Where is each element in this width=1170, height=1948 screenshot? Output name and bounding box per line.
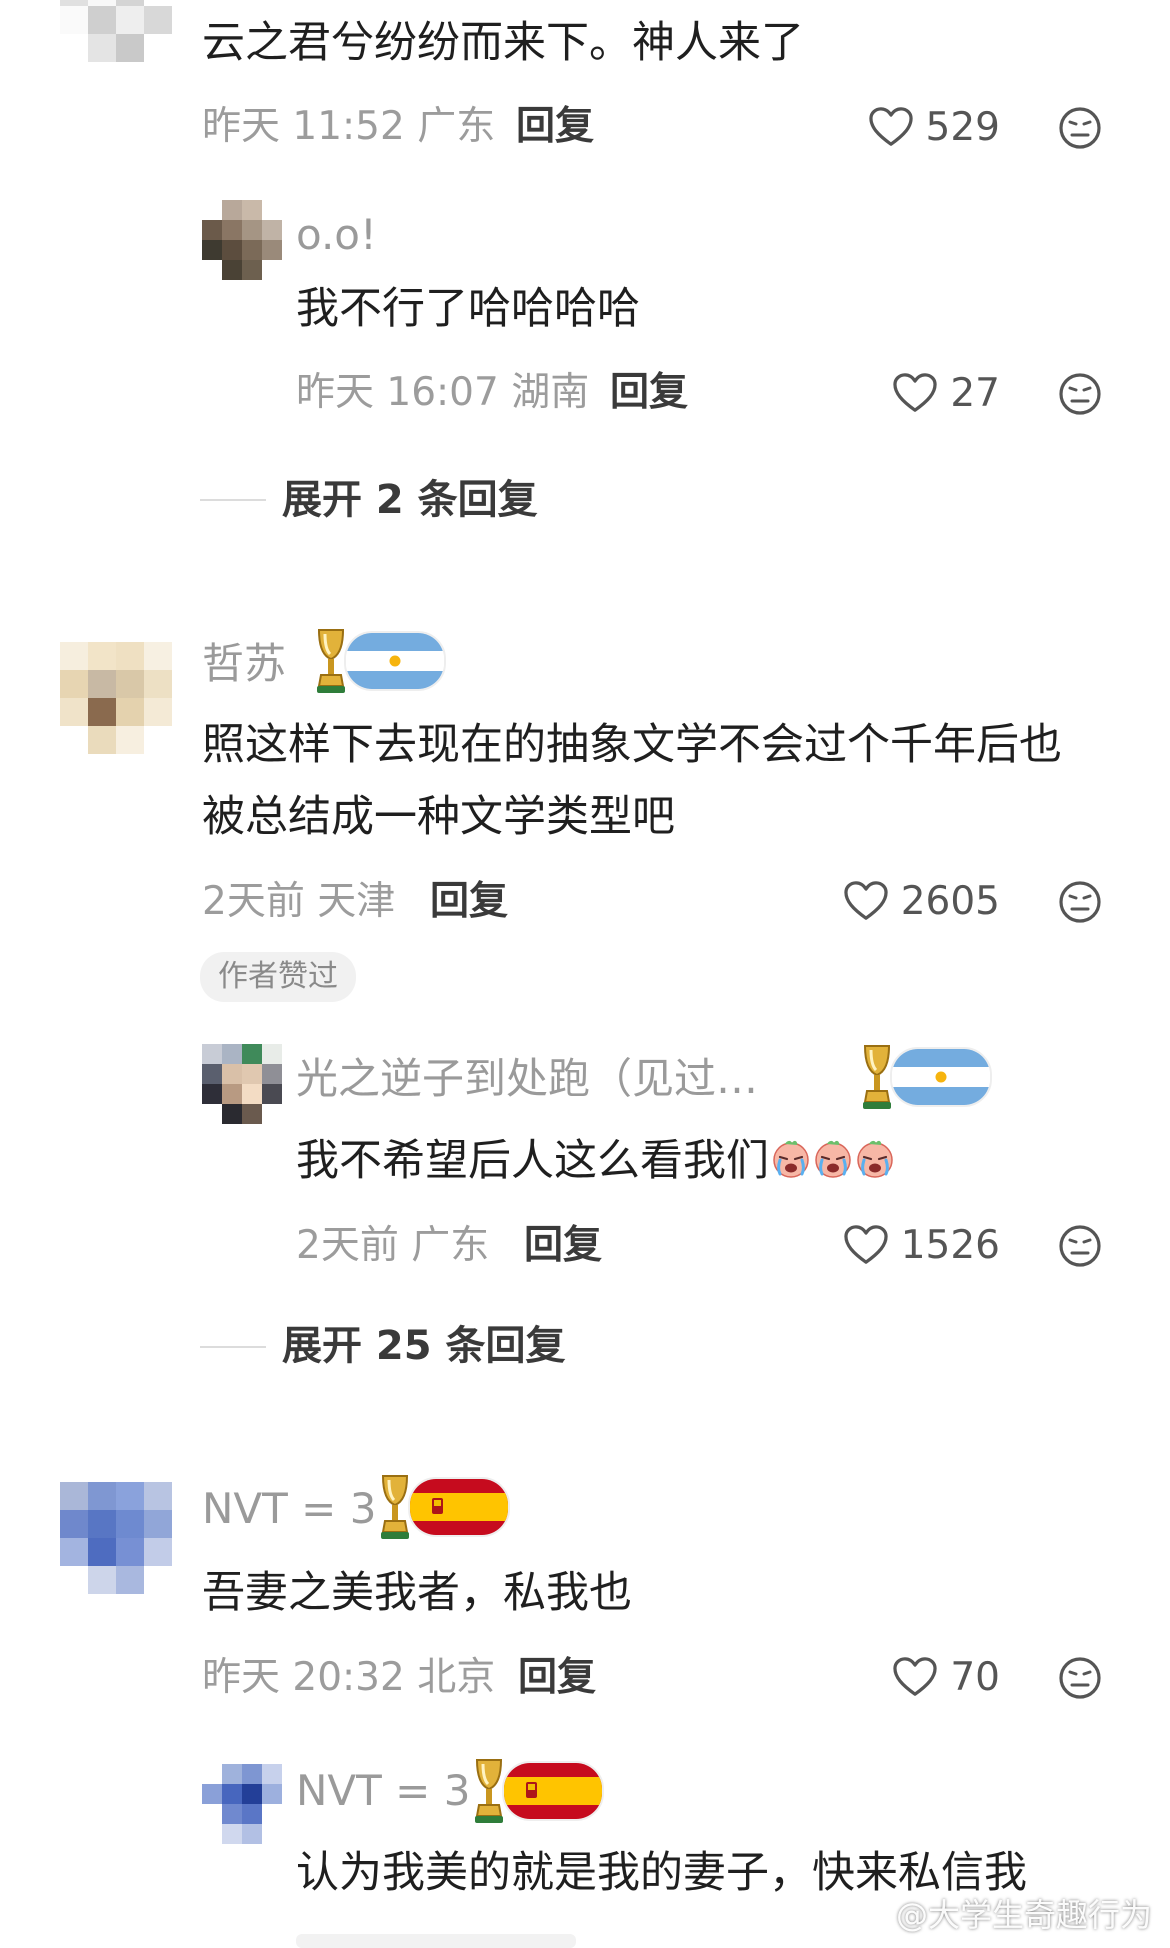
like-button[interactable]: 2605 xyxy=(820,876,1000,926)
heart-icon xyxy=(868,106,914,148)
reply-username[interactable]: NVT = 3 xyxy=(296,1770,470,1812)
crying-face-emoji-icon xyxy=(813,1139,853,1179)
expand-replies-button[interactable]: 展开 25 条回复 xyxy=(282,1326,566,1366)
dislike-face-icon[interactable] xyxy=(1058,880,1102,924)
comment-meta: 2天前 天津 xyxy=(202,882,395,921)
trophy-icon xyxy=(472,1756,506,1826)
reply-time: 昨天 16:07 xyxy=(296,370,499,415)
crying-face-emoji-icon xyxy=(855,1139,895,1179)
reply-button[interactable]: 回复 xyxy=(524,1226,602,1265)
reply-button[interactable]: 回复 xyxy=(516,107,594,146)
like-count: 27 xyxy=(950,370,1000,416)
watermark: @大学生奇趣行为 xyxy=(850,1890,1152,1936)
reply-text-content: 我不希望后人这么看我们 xyxy=(296,1136,769,1186)
like-count: 529 xyxy=(925,104,1000,150)
like-count: 70 xyxy=(950,1654,1000,1700)
comment-username[interactable]: 哲苏 xyxy=(202,643,286,685)
comment-location: 广东 xyxy=(417,104,496,149)
badge xyxy=(378,1472,510,1542)
like-button[interactable]: 1526 xyxy=(820,1220,1000,1270)
comment-meta: 昨天 20:32 北京 xyxy=(202,1658,495,1697)
reply-username[interactable]: 光之逆子到处跑（见过… xyxy=(296,1058,758,1100)
avatar[interactable] xyxy=(202,1764,282,1844)
divider xyxy=(200,1346,266,1348)
avatar[interactable] xyxy=(60,642,172,754)
author-liked-tag: 作者赞过 xyxy=(200,952,356,1002)
avatar[interactable] xyxy=(60,1482,172,1594)
like-count: 1526 xyxy=(900,1222,1000,1268)
trophy-icon xyxy=(860,1042,894,1112)
comment-text: 云之君兮纷纷而来下。神人来了 xyxy=(202,18,804,68)
reply-username[interactable]: o.o! xyxy=(296,214,377,256)
reply-button[interactable]: 回复 xyxy=(610,373,688,412)
spain-flag-icon xyxy=(408,1477,510,1537)
watermark-text: @大学生奇趣行为 xyxy=(895,1896,1152,1934)
argentina-flag-icon xyxy=(344,631,446,691)
like-button[interactable]: 27 xyxy=(850,368,1000,418)
like-count: 2605 xyxy=(900,878,1000,924)
comment-location: 天津 xyxy=(317,879,396,924)
dislike-face-icon[interactable] xyxy=(1058,1656,1102,1700)
comment-text-line: 被总结成一种文学类型吧 xyxy=(202,792,675,842)
avatar[interactable] xyxy=(202,1044,282,1124)
comment-location: 北京 xyxy=(417,1655,496,1700)
dislike-face-icon[interactable] xyxy=(1058,372,1102,416)
avatar[interactable] xyxy=(202,200,282,280)
like-button[interactable]: 70 xyxy=(850,1652,1000,1702)
heart-icon xyxy=(843,880,889,922)
reply-location: 湖南 xyxy=(511,370,590,415)
comment-username[interactable]: NVT = 3 xyxy=(202,1488,376,1530)
comment-text: 吾妻之美我者，私我也 xyxy=(202,1568,632,1618)
crying-face-emoji-icon xyxy=(771,1139,811,1179)
dislike-face-icon[interactable] xyxy=(1058,1224,1102,1268)
like-button[interactable]: 529 xyxy=(850,102,1000,152)
dislike-face-icon[interactable] xyxy=(1058,106,1102,150)
reply-text: 我不希望后人这么看我们 xyxy=(296,1126,895,1196)
trophy-icon xyxy=(314,626,348,696)
comment-time: 2天前 xyxy=(202,879,305,924)
badge xyxy=(860,1042,992,1112)
heart-icon xyxy=(843,1224,889,1266)
reply-button[interactable]: 回复 xyxy=(430,882,508,921)
comment-meta: 昨天 11:52 广东 xyxy=(202,107,495,146)
reply-meta: 2天前 广东 xyxy=(296,1226,489,1265)
comment-time: 昨天 11:52 xyxy=(202,104,405,149)
avatar[interactable] xyxy=(60,0,172,62)
badge xyxy=(314,626,446,696)
reply-location: 广东 xyxy=(411,1223,490,1268)
heart-icon xyxy=(892,372,938,414)
badge xyxy=(472,1756,604,1826)
comment-time: 昨天 20:32 xyxy=(202,1655,405,1700)
reply-time: 2天前 xyxy=(296,1223,399,1268)
comment-text-line: 照这样下去现在的抽象文学不会过个千年后也 xyxy=(202,720,1062,770)
next-reply-meta-placeholder xyxy=(296,1934,576,1948)
divider xyxy=(200,499,266,501)
expand-replies-button[interactable]: 展开 2 条回复 xyxy=(282,480,538,520)
spain-flag-icon xyxy=(502,1761,604,1821)
weibo-icon xyxy=(850,1896,890,1930)
reply-button[interactable]: 回复 xyxy=(518,1658,596,1697)
reply-meta: 昨天 16:07 湖南 xyxy=(296,373,589,412)
argentina-flag-icon xyxy=(890,1047,992,1107)
heart-icon xyxy=(892,1656,938,1698)
reply-text: 我不行了哈哈哈哈 xyxy=(296,284,640,334)
trophy-icon xyxy=(378,1472,412,1542)
